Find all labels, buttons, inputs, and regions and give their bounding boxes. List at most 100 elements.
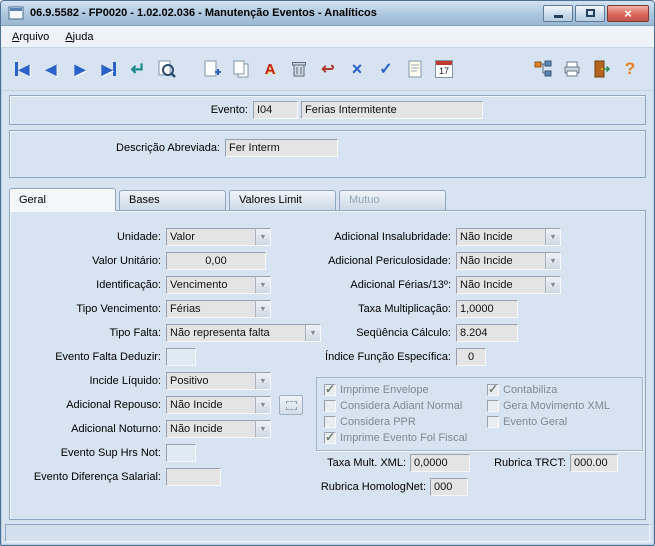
adicional-periculosidade-select[interactable]: Não Incide ▼ bbox=[456, 252, 561, 270]
adicional-periculosidade-label: Adicional Periculosidade: bbox=[328, 255, 451, 267]
help-icon: ? bbox=[624, 59, 636, 78]
notes-button[interactable] bbox=[402, 56, 428, 82]
tab-geral[interactable]: Geral bbox=[9, 188, 116, 211]
checkbox-box-icon bbox=[324, 382, 336, 396]
incide-liquido-label: Incide Líquido: bbox=[89, 375, 161, 387]
tab-bases[interactable]: Bases bbox=[119, 190, 226, 210]
checkbox-evento-geral[interactable]: Evento Geral bbox=[487, 414, 610, 430]
tipo-vencimento-select[interactable]: Férias ▼ bbox=[166, 300, 271, 318]
last-record-button[interactable]: ▶ bbox=[96, 56, 122, 82]
valor-unitario-input[interactable] bbox=[166, 252, 266, 270]
window-title: 06.9.5582 - FP0020 - 1.02.02.036 - Manut… bbox=[30, 7, 377, 19]
tab-valores-limit[interactable]: Valores Limit bbox=[229, 190, 336, 210]
evento-diferenca-salarial-label: Evento Diferença Salarial: bbox=[33, 471, 161, 483]
tipo-falta-select[interactable]: Não representa falta ▼ bbox=[166, 324, 321, 342]
geral-tab-panel: Unidade: Valor ▼ Valor Unitário: Identif… bbox=[9, 210, 646, 520]
delete-button[interactable] bbox=[286, 56, 312, 82]
evento-code-input[interactable] bbox=[253, 101, 298, 119]
checkbox-column-1: Imprime Envelope Considera Adiant Normal… bbox=[324, 382, 467, 446]
minimize-button[interactable] bbox=[543, 4, 573, 22]
taxa-xml-row: Taxa Mult. XML: Rubrica TRCT: bbox=[308, 451, 647, 475]
help-button[interactable]: ? bbox=[617, 56, 643, 82]
unidade-select[interactable]: Valor ▼ bbox=[166, 228, 271, 246]
checkbox-considera-adiant-normal[interactable]: Considera Adiant Normal bbox=[324, 398, 467, 414]
rubrica-trct-input[interactable] bbox=[570, 454, 618, 472]
menu-bar: Arquivo Ajuda bbox=[1, 26, 654, 48]
checkbox-imprime-evento-fol-fiscal[interactable]: Imprime Evento Fol Fiscal bbox=[324, 430, 467, 446]
rubrica-homolognet-input[interactable] bbox=[430, 478, 468, 496]
chevron-down-icon: ▼ bbox=[255, 397, 270, 413]
adicional-ferias-13-select[interactable]: Não Incide ▼ bbox=[456, 276, 561, 294]
adicional-insalubridade-select[interactable]: Não Incide ▼ bbox=[456, 228, 561, 246]
adicional-noturno-select[interactable]: Não Incide ▼ bbox=[166, 420, 271, 438]
adicional-noturno-label: Adicional Noturno: bbox=[71, 423, 161, 435]
add-button[interactable] bbox=[199, 56, 225, 82]
evento-falta-deduzir-input[interactable] bbox=[166, 348, 196, 366]
checkbox-box-icon bbox=[487, 382, 499, 396]
confirm-button[interactable]: ✓ bbox=[373, 56, 399, 82]
app-icon bbox=[8, 5, 24, 21]
maximize-button[interactable] bbox=[575, 4, 605, 22]
next-record-button[interactable]: ▶ bbox=[67, 56, 93, 82]
adicional-repouso-select[interactable]: Não Incide ▼ bbox=[166, 396, 271, 414]
prev-record-button[interactable]: ◀ bbox=[38, 56, 64, 82]
checkbox-contabiliza[interactable]: Contabiliza bbox=[487, 382, 610, 398]
menu-arquivo[interactable]: Arquivo bbox=[4, 28, 57, 46]
evento-desc-input[interactable] bbox=[301, 101, 483, 119]
tab-strip: Geral Bases Valores Limit Mutuo bbox=[9, 188, 654, 211]
undo-icon: ↩ bbox=[321, 61, 335, 78]
undo-button[interactable]: ↩ bbox=[315, 56, 341, 82]
checkbox-column-2: Contabiliza Gera Movimento XML Evento Ge… bbox=[487, 382, 610, 430]
toolbar: ◀ ◀ ▶ ▶ ↵ A ↩ × ✓ 17 ? bbox=[1, 48, 654, 91]
taxa-mult-xml-input[interactable] bbox=[410, 454, 470, 472]
identificacao-select[interactable]: Vencimento ▼ bbox=[166, 276, 271, 294]
close-icon: × bbox=[624, 5, 632, 21]
sequencia-calculo-input[interactable] bbox=[456, 324, 518, 342]
descricao-panel: Descrição Abreviada: bbox=[9, 130, 646, 178]
checkbox-box-icon bbox=[487, 400, 499, 412]
incide-liquido-select[interactable]: Positivo ▼ bbox=[166, 372, 271, 390]
font-button[interactable]: A bbox=[257, 56, 283, 82]
notes-icon bbox=[408, 60, 422, 78]
title-bar[interactable]: 06.9.5582 - FP0020 - 1.02.02.036 - Manut… bbox=[1, 1, 654, 26]
checkbox-gera-movimento-xml[interactable]: Gera Movimento XML bbox=[487, 398, 610, 414]
checkbox-considera-ppr[interactable]: Considera PPR bbox=[324, 414, 467, 430]
evento-label: Evento: bbox=[210, 104, 248, 116]
app-window: 06.9.5582 - FP0020 - 1.02.02.036 - Manut… bbox=[0, 0, 655, 546]
right-column: Adicional Insalubridade: Não Incide ▼ Ad… bbox=[308, 225, 647, 499]
copy-button[interactable] bbox=[228, 56, 254, 82]
status-bar bbox=[5, 524, 650, 542]
print-button[interactable] bbox=[559, 56, 585, 82]
first-record-button[interactable]: ◀ bbox=[9, 56, 35, 82]
taxa-multiplicacao-input[interactable] bbox=[456, 300, 518, 318]
tab-mutuo: Mutuo bbox=[339, 190, 446, 210]
minimize-icon bbox=[553, 15, 563, 18]
repouso-detail-button[interactable] bbox=[279, 395, 303, 415]
options-groupbox: Imprime Envelope Considera Adiant Normal… bbox=[316, 377, 643, 451]
checkbox-imprime-envelope[interactable]: Imprime Envelope bbox=[324, 382, 467, 398]
evento-sup-hrs-not-input[interactable] bbox=[166, 444, 196, 462]
chevron-down-icon: ▼ bbox=[255, 301, 270, 317]
chevron-down-icon: ▼ bbox=[545, 229, 560, 245]
chevron-down-icon: ▼ bbox=[545, 277, 560, 293]
calendar-button[interactable]: 17 bbox=[431, 56, 457, 82]
adicional-insalubridade-label: Adicional Insalubridade: bbox=[334, 231, 451, 243]
checkbox-box-icon bbox=[324, 430, 336, 444]
indice-funcao-especifica-input[interactable] bbox=[456, 348, 486, 366]
close-button[interactable]: × bbox=[607, 4, 649, 22]
font-icon: A bbox=[264, 60, 276, 78]
adicional-repouso-label: Adicional Repouso: bbox=[66, 399, 161, 411]
exit-button[interactable] bbox=[588, 56, 614, 82]
go-to-button[interactable]: ↵ bbox=[125, 56, 151, 82]
search-button[interactable] bbox=[154, 56, 180, 82]
taxa-multiplicacao-label: Taxa Multiplicação: bbox=[358, 303, 451, 315]
cancel-button[interactable]: × bbox=[344, 56, 370, 82]
copy-document-icon bbox=[233, 60, 249, 78]
menu-ajuda[interactable]: Ajuda bbox=[57, 28, 101, 46]
chevron-down-icon: ▼ bbox=[255, 229, 270, 245]
calendar-icon: 17 bbox=[435, 60, 453, 78]
descricao-abreviada-input[interactable] bbox=[225, 139, 338, 157]
related-features-button[interactable] bbox=[530, 56, 556, 82]
chevron-down-icon: ▼ bbox=[255, 277, 270, 293]
evento-diferenca-salarial-input[interactable] bbox=[166, 468, 221, 486]
